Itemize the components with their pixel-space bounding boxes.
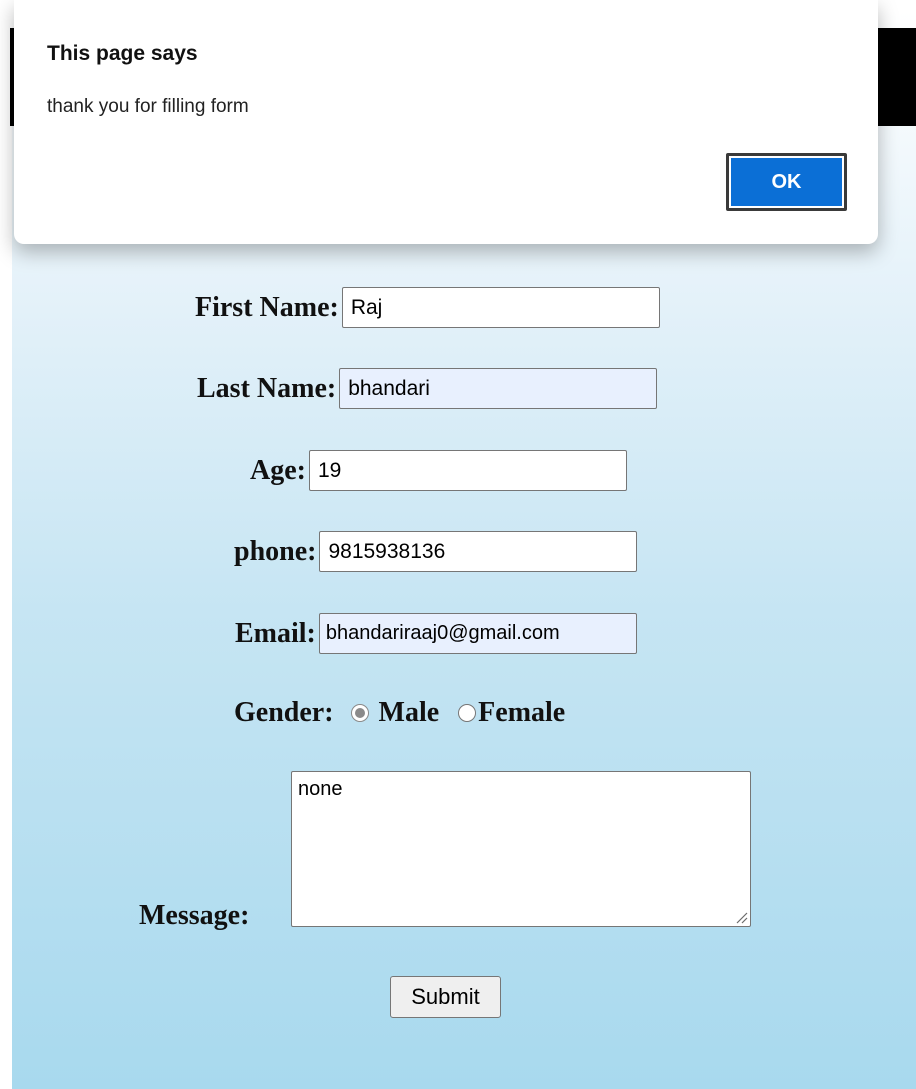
first-name-input[interactable] xyxy=(341,287,660,328)
left-edge-mark xyxy=(10,28,13,126)
gender-row: Gender: Male Female xyxy=(234,693,565,733)
email-row: Email: xyxy=(235,613,637,654)
first-name-row: First Name: xyxy=(195,287,660,328)
message-textarea[interactable]: none xyxy=(291,771,751,927)
gender-male-label: Male xyxy=(378,697,440,728)
email-input[interactable] xyxy=(318,613,637,654)
gender-male-radio[interactable] xyxy=(350,704,369,722)
gender-female-radio[interactable] xyxy=(458,704,477,722)
left-edge-strip xyxy=(0,0,12,1089)
message-label: Message: xyxy=(139,900,250,931)
age-row: Age: xyxy=(250,450,627,491)
message-text: none xyxy=(298,778,343,800)
age-input[interactable] xyxy=(308,450,627,491)
phone-row: phone: xyxy=(234,531,638,572)
phone-label: phone: xyxy=(234,535,317,567)
age-label: Age: xyxy=(250,454,306,486)
last-name-input[interactable] xyxy=(339,368,658,409)
resize-grip-icon[interactable] xyxy=(734,910,748,924)
dialog-message: thank you for filling form xyxy=(47,96,249,117)
gender-label: Gender: xyxy=(234,697,334,728)
submit-button[interactable]: Submit xyxy=(390,976,501,1018)
dialog-title: This page says xyxy=(47,42,198,65)
alert-dialog: This page says thank you for filling for… xyxy=(14,0,878,244)
gender-female-label: Female xyxy=(478,697,566,728)
first-name-label: First Name: xyxy=(195,291,339,323)
browser-viewport: First Name: Last Name: Age: phone: Email… xyxy=(0,0,916,1089)
last-name-label: Last Name: xyxy=(197,372,337,404)
ok-button[interactable]: OK xyxy=(726,153,847,211)
email-label: Email: xyxy=(235,617,316,649)
last-name-row: Last Name: xyxy=(197,368,658,409)
phone-input[interactable] xyxy=(319,531,638,572)
